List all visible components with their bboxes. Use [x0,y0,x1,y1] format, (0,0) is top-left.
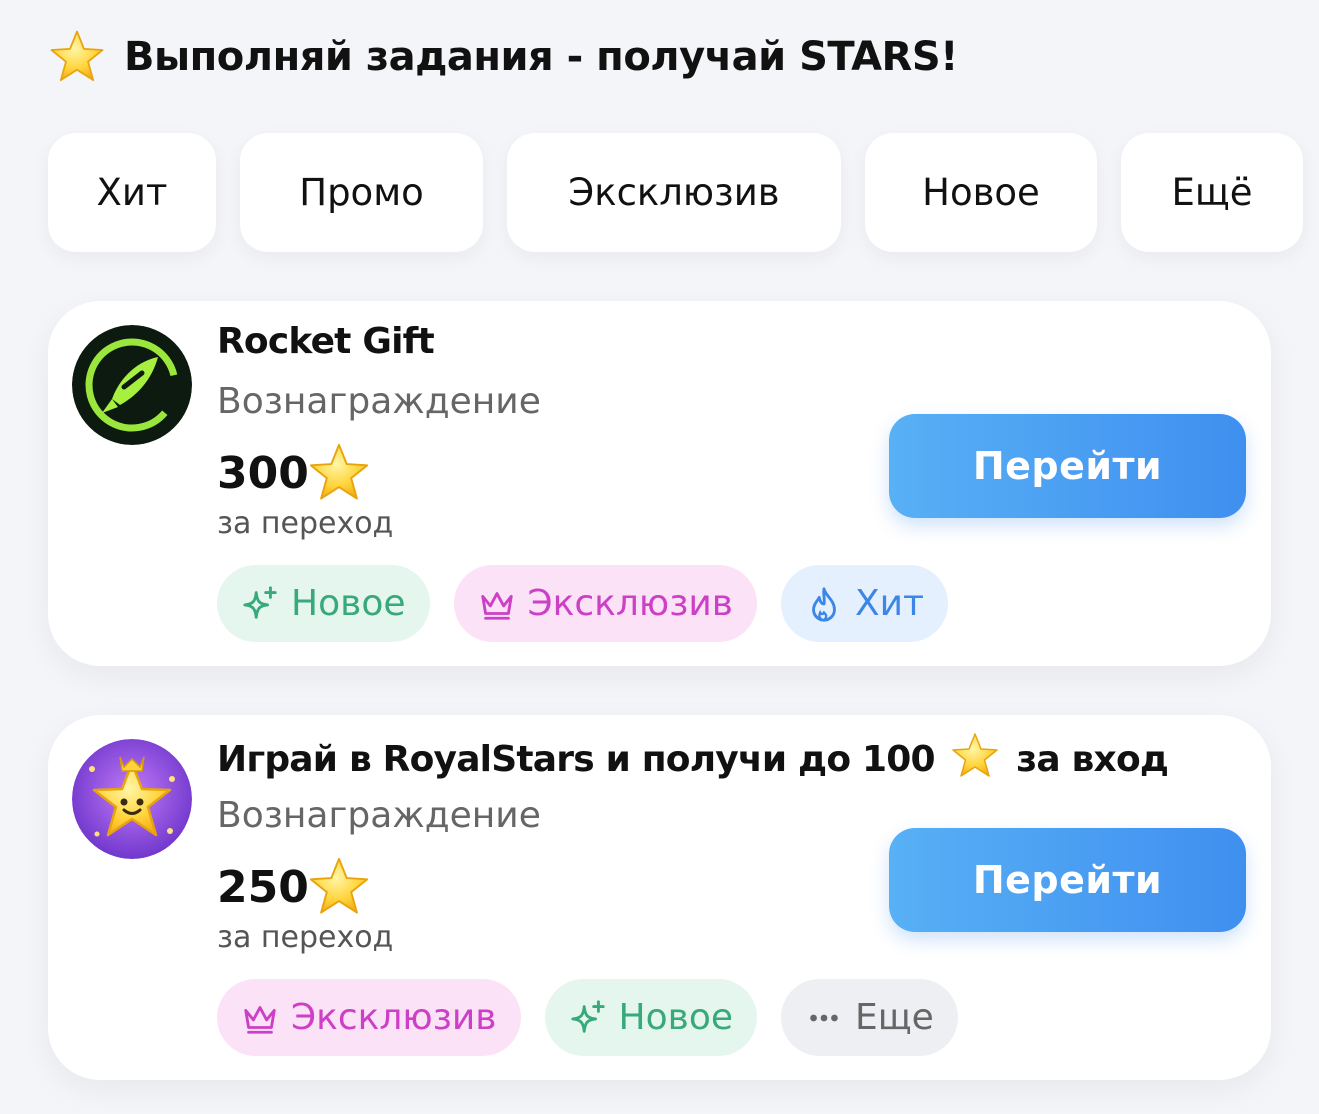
tag-new[interactable]: Новое [217,565,430,642]
tag-list: Эксклюзив Новое Еще [217,979,958,1056]
tag-exclusive[interactable]: Эксклюзив [453,565,757,642]
sparkle-icon [243,585,277,619]
page-title: Выполняй задания - получай STARS! [124,34,958,80]
tag-label: Эксклюзив [527,583,734,624]
filter-hit[interactable]: Хит [48,133,216,252]
reward-amount: 300 [217,441,371,505]
filter-bar: Хит Промо Эксклюзив Новое Ещё [48,133,1303,252]
title-part: за вход [1016,739,1169,780]
rocket-icon [72,325,192,445]
reward-value: 250 [217,861,309,913]
task-card: Rocket Gift Вознаграждение 300 за перехо… [48,301,1271,666]
tag-label: Еще [855,997,934,1038]
filter-new[interactable]: Новое [865,133,1097,252]
dots-icon [810,1014,838,1021]
tag-list: Новое Эксклюзив Хит [217,565,949,642]
flame-icon [812,586,836,622]
tag-new[interactable]: Новое [544,979,757,1056]
star-icon [307,441,371,505]
filter-exclusive[interactable]: Эксклюзив [507,133,841,252]
go-button[interactable]: Перейти [889,414,1246,518]
royalstars-avatar [72,739,192,859]
reward-amount: 250 [217,855,371,919]
tag-more[interactable]: Еще [781,979,958,1056]
sparkle-icon [570,999,605,1033]
royal-star-icon [72,739,192,859]
star-icon [48,28,106,86]
reward-unit: за переход [217,920,394,955]
star-icon [950,731,1000,781]
tag-exclusive[interactable]: Эксклюзив [217,979,521,1056]
task-card: Играй в RoyalStars и получи до 100 за вх… [48,715,1271,1080]
page-header: Выполняй задания - получай STARS! [48,22,958,92]
tag-label: Новое [618,997,734,1038]
reward-unit: за переход [217,506,394,541]
tag-label: Новое [291,583,406,624]
crown-icon [244,1005,276,1034]
reward-label: Вознаграждение [217,381,541,422]
tag-label: Хит [855,583,925,624]
rocket-gift-avatar [72,325,192,445]
filter-promo[interactable]: Промо [240,133,483,252]
title-part: Играй в RoyalStars и получи до 100 [217,739,936,780]
star-icon [307,855,371,919]
reward-label: Вознаграждение [217,795,541,836]
tag-label: Эксклюзив [291,997,497,1038]
task-title: Rocket Gift [217,321,435,362]
filter-more[interactable]: Ещё [1121,133,1303,252]
tag-hit[interactable]: Хит [781,565,949,642]
task-title: Играй в RoyalStars и получи до 100 за вх… [217,731,1169,781]
go-button[interactable]: Перейти [889,828,1246,932]
crown-icon [480,591,513,620]
reward-value: 300 [217,447,309,499]
